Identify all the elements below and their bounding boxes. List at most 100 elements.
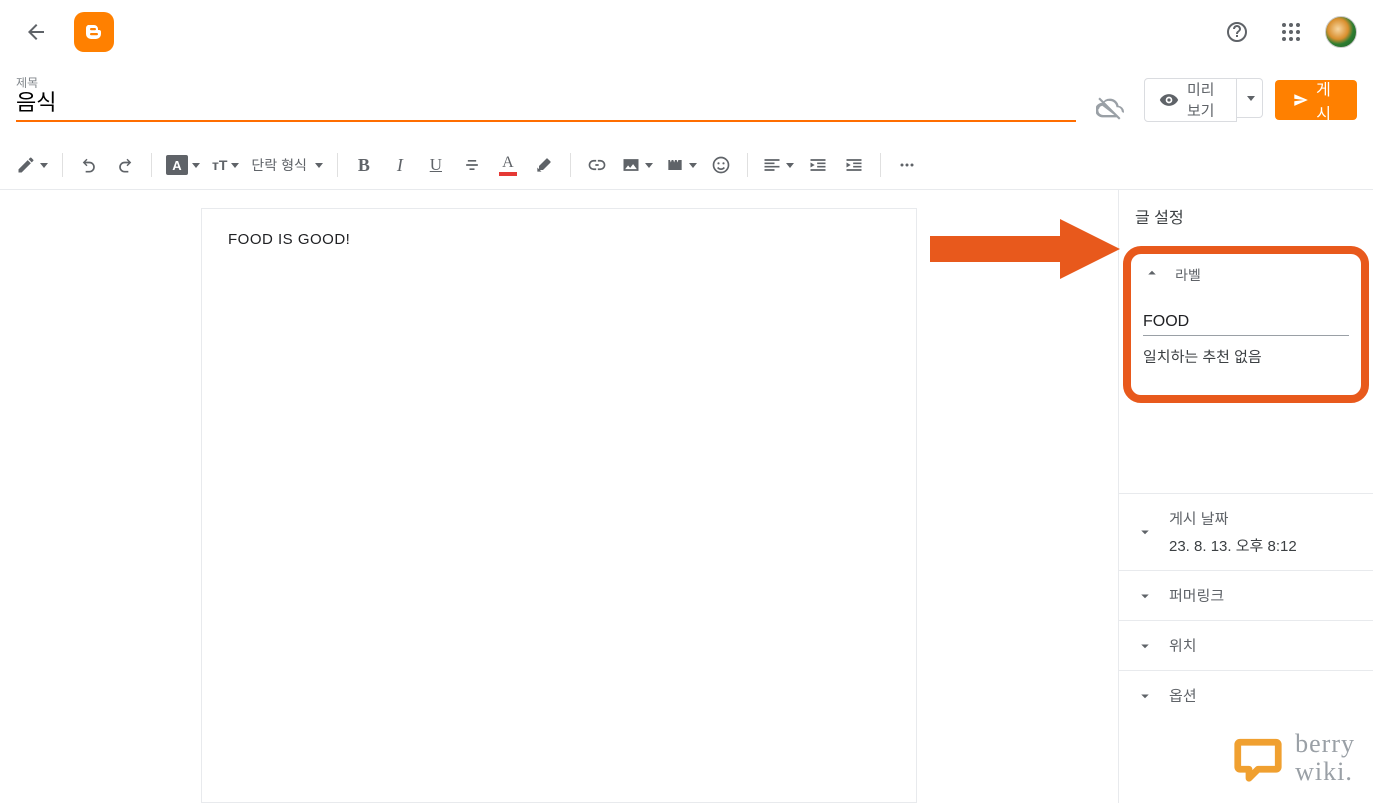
eye-icon <box>1159 90 1179 110</box>
pencil-icon <box>16 155 36 175</box>
insert-video-button[interactable] <box>661 149 701 181</box>
back-button[interactable] <box>16 12 56 52</box>
chevron-down-icon <box>315 163 323 168</box>
font-family-button[interactable]: A <box>162 149 204 181</box>
publish-date-panel[interactable]: 게시 날짜 23. 8. 13. 오후 8:12 <box>1119 493 1373 570</box>
chevron-down-icon <box>1135 523 1155 541</box>
cloud-off-icon <box>1096 94 1124 122</box>
preview-button[interactable]: 미리보기 <box>1144 78 1237 122</box>
editor-content: FOOD IS GOOD! <box>228 231 890 248</box>
labels-input[interactable]: FOOD <box>1143 313 1349 336</box>
publish-date-label: 게시 날짜 <box>1169 508 1297 529</box>
chevron-up-icon <box>1143 264 1161 285</box>
paragraph-format-label: 단락 형식 <box>251 155 306 175</box>
chevron-down-icon <box>231 163 239 168</box>
toolbar-separator <box>880 153 881 177</box>
toolbar-separator <box>747 153 748 177</box>
visibility-off-indicator <box>1096 94 1124 122</box>
insert-image-button[interactable] <box>617 149 657 181</box>
send-icon <box>1293 90 1309 110</box>
post-settings-sidebar: 글 설정 라벨 FOOD 일치하는 추천 없음 게시 날짜 23. 8. 13.… <box>1119 190 1373 803</box>
align-button[interactable] <box>758 149 798 181</box>
redo-icon <box>115 155 135 175</box>
action-buttons: 미리보기 게시 <box>1144 78 1357 122</box>
apps-grid-icon <box>1281 22 1301 42</box>
chevron-down-icon <box>1247 96 1255 101</box>
labels-panel-body: FOOD 일치하는 추천 없음 <box>1131 295 1361 367</box>
preview-dropdown[interactable] <box>1237 78 1263 118</box>
chevron-down-icon <box>689 163 697 168</box>
font-size-icon: ᴛT <box>212 157 227 173</box>
redo-button[interactable] <box>109 149 141 181</box>
chevron-down-icon <box>645 163 653 168</box>
emoji-icon <box>711 155 731 175</box>
more-button[interactable] <box>891 149 923 181</box>
compose-mode-button[interactable] <box>12 149 52 181</box>
apps-button[interactable] <box>1271 12 1311 52</box>
sidebar-title: 글 설정 <box>1119 204 1373 246</box>
labels-panel-header[interactable]: 라벨 <box>1131 254 1361 295</box>
editor-wrap: FOOD IS GOOD! <box>0 190 1119 803</box>
title-field-label: 제목 <box>16 74 38 91</box>
help-icon <box>1225 20 1249 44</box>
outdent-icon <box>808 155 828 175</box>
strikethrough-icon <box>462 155 482 175</box>
help-button[interactable] <box>1217 12 1257 52</box>
title-block: 제목 <box>16 74 1076 122</box>
insert-emoji-button[interactable] <box>705 149 737 181</box>
post-editor[interactable]: FOOD IS GOOD! <box>201 208 917 803</box>
insert-link-button[interactable] <box>581 149 613 181</box>
bold-button[interactable]: B <box>348 149 380 181</box>
blogger-logo-icon <box>82 20 106 44</box>
title-input[interactable] <box>16 74 1076 122</box>
toolbar-separator <box>337 153 338 177</box>
video-icon <box>665 155 685 175</box>
location-label: 위치 <box>1169 635 1197 656</box>
publish-button[interactable]: 게시 <box>1275 80 1357 120</box>
italic-button[interactable]: I <box>384 149 416 181</box>
header-left <box>16 12 114 52</box>
account-avatar[interactable] <box>1325 16 1357 48</box>
publish-button-label: 게시 <box>1316 76 1339 124</box>
align-left-icon <box>762 155 782 175</box>
text-color-button[interactable]: A <box>492 149 524 181</box>
labels-no-match: 일치하는 추천 없음 <box>1143 336 1349 367</box>
more-horizontal-icon <box>897 155 917 175</box>
title-bar: 제목 미리보기 게시 <box>0 64 1373 122</box>
chevron-down-icon <box>1135 587 1155 605</box>
underline-button[interactable]: U <box>420 149 452 181</box>
chevron-down-icon <box>786 163 794 168</box>
header-right <box>1217 12 1357 52</box>
location-panel[interactable]: 위치 <box>1119 620 1373 670</box>
main-area: FOOD IS GOOD! 글 설정 라벨 FOOD 일치하는 추천 없음 게시… <box>0 190 1373 803</box>
permalink-panel[interactable]: 퍼머링크 <box>1119 570 1373 620</box>
labels-panel: 라벨 FOOD 일치하는 추천 없음 <box>1123 246 1369 403</box>
options-panel[interactable]: 옵션 <box>1119 670 1373 720</box>
paragraph-format-button[interactable]: 단락 형식 <box>247 149 326 181</box>
strikethrough-button[interactable] <box>456 149 488 181</box>
indent-button[interactable] <box>838 149 870 181</box>
app-header <box>0 0 1373 64</box>
preview-button-label: 미리보기 <box>1187 79 1222 121</box>
undo-button[interactable] <box>73 149 105 181</box>
highlight-color-button[interactable] <box>528 149 560 181</box>
highlighter-icon <box>534 155 554 175</box>
font-bg-icon: A <box>166 155 188 175</box>
permalink-label: 퍼머링크 <box>1169 585 1224 606</box>
labels-panel-title: 라벨 <box>1175 265 1201 285</box>
chevron-down-icon <box>192 163 200 168</box>
chevron-down-icon <box>1135 687 1155 705</box>
publish-date-value: 23. 8. 13. 오후 8:12 <box>1169 535 1297 556</box>
text-color-icon: A <box>499 155 517 176</box>
options-label: 옵션 <box>1169 685 1197 706</box>
link-icon <box>587 155 607 175</box>
image-icon <box>621 155 641 175</box>
toolbar-separator <box>62 153 63 177</box>
undo-icon <box>79 155 99 175</box>
blogger-logo[interactable] <box>74 12 114 52</box>
font-size-button[interactable]: ᴛT <box>208 149 243 181</box>
preview-split-button: 미리보기 <box>1144 78 1263 122</box>
indent-icon <box>844 155 864 175</box>
outdent-button[interactable] <box>802 149 834 181</box>
toolbar-separator <box>570 153 571 177</box>
